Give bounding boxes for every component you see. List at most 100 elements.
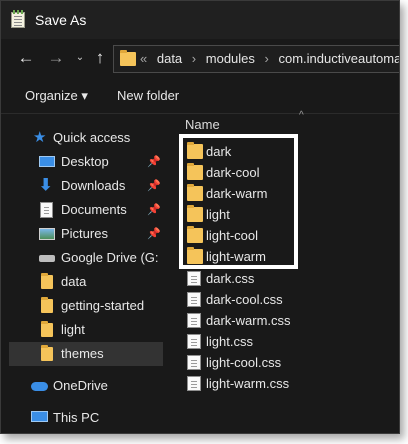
- sidebar-item-label: themes: [61, 346, 104, 361]
- sidebar-item-label: data: [61, 274, 87, 289]
- file-name: light-cool: [206, 228, 259, 243]
- file-name: dark: [206, 144, 232, 159]
- sidebar-item-data[interactable]: data: [9, 270, 163, 294]
- pin-icon[interactable]: 📌: [147, 198, 161, 222]
- folder-icon: [187, 184, 203, 201]
- file-name: dark-cool.css: [206, 292, 283, 307]
- file-name: light: [206, 207, 230, 222]
- new-folder-button[interactable]: New folder: [117, 88, 179, 103]
- cloud-icon: [31, 382, 48, 391]
- file-name: dark.css: [206, 271, 255, 286]
- sidebar-item-onedrive[interactable]: OneDrive: [9, 374, 163, 398]
- list-item[interactable]: light.css: [185, 331, 375, 352]
- css-file-icon: [187, 313, 201, 328]
- list-item[interactable]: light-cool: [185, 225, 375, 246]
- folder-icon: [187, 226, 203, 243]
- pin-icon[interactable]: 📌: [147, 222, 161, 246]
- drive-icon: [39, 255, 55, 262]
- documents-icon: [40, 202, 53, 218]
- breadcrumb-overflow[interactable]: «: [140, 51, 147, 66]
- sidebar-item-google-drive[interactable]: Google Drive (G:: [9, 246, 163, 270]
- recent-locations-chevron-icon[interactable]: ⌄: [69, 47, 91, 69]
- folder-icon: [41, 297, 53, 313]
- sidebar-item-documents[interactable]: Documents 📌: [9, 198, 163, 222]
- sidebar-item-desktop[interactable]: Desktop 📌: [9, 150, 163, 174]
- file-name: light-warm.css: [206, 376, 290, 391]
- forward-arrow-icon[interactable]: →: [45, 47, 67, 69]
- breadcrumb-separator: ›: [191, 51, 197, 66]
- folder-icon: [41, 345, 53, 361]
- file-name: light.css: [206, 334, 253, 349]
- list-item[interactable]: light-cool.css: [185, 352, 375, 373]
- sidebar-item-label: Downloads: [61, 178, 126, 193]
- sidebar-item-label: Google Drive (G:: [61, 250, 159, 265]
- sidebar-item-label: Desktop: [61, 154, 109, 169]
- breadcrumb-data[interactable]: data: [157, 51, 182, 66]
- sidebar-item-label: OneDrive: [53, 378, 108, 393]
- sidebar-item-quick-access[interactable]: ★ Quick access: [9, 126, 163, 150]
- sidebar-item-label: light: [61, 322, 85, 337]
- navigation-pane: ★ Quick access Desktop 📌 ⬇ Downloads 📌 D…: [1, 114, 169, 433]
- sidebar-item-light[interactable]: light: [9, 318, 163, 342]
- up-arrow-icon[interactable]: ↑: [89, 47, 111, 69]
- sidebar-item-label: Documents: [61, 202, 127, 217]
- column-header-name[interactable]: Name: [185, 117, 220, 132]
- list-item[interactable]: dark-warm: [185, 183, 375, 204]
- notepad-icon: [11, 10, 25, 28]
- file-list: Name ^ dark dark-cool dark-warm light li…: [171, 110, 399, 433]
- command-bar: Organize ▾ New folder: [1, 79, 399, 114]
- sidebar-item-label: Pictures: [61, 226, 108, 241]
- file-name: light-cool.css: [206, 355, 282, 370]
- list-item[interactable]: dark-warm.css: [185, 310, 375, 331]
- sidebar-item-label: This PC: [53, 410, 100, 425]
- desktop-icon: [39, 156, 55, 167]
- list-item[interactable]: dark-cool.css: [185, 289, 375, 310]
- sidebar-item-label: getting-started: [61, 298, 145, 313]
- css-file-icon: [187, 271, 201, 286]
- folder-icon: [187, 163, 203, 180]
- folder-icon: [187, 142, 203, 159]
- window-title: Save As: [35, 12, 87, 28]
- sidebar-item-downloads[interactable]: ⬇ Downloads 📌: [9, 174, 163, 198]
- breadcrumb-modules[interactable]: modules: [206, 51, 255, 66]
- css-file-icon: [187, 334, 201, 349]
- title-bar: Save As: [1, 1, 399, 39]
- folder-icon: [187, 205, 203, 222]
- css-file-icon: [187, 376, 201, 391]
- address-bar[interactable]: « data › modules › com.inductiveautomati…: [113, 45, 400, 73]
- pin-icon[interactable]: 📌: [147, 150, 161, 174]
- list-item[interactable]: dark-cool: [185, 162, 375, 183]
- list-item[interactable]: light-warm.css: [185, 373, 375, 394]
- breadcrumb-current[interactable]: com.inductiveautomation: [279, 51, 400, 66]
- computer-icon: [31, 411, 48, 422]
- sidebar-item-label: Quick access: [53, 130, 131, 145]
- file-name: dark-warm.css: [206, 313, 291, 328]
- list-item[interactable]: light-warm: [185, 246, 375, 267]
- folder-icon: [41, 321, 53, 337]
- list-item[interactable]: dark.css: [185, 268, 375, 289]
- css-file-icon: [187, 355, 201, 370]
- file-name: dark-cool: [206, 165, 260, 180]
- save-as-dialog: Save As ← → ⌄ ↑ « data › modules › com.i…: [0, 0, 400, 434]
- breadcrumb: « data › modules › com.inductiveautomati…: [140, 51, 400, 66]
- list-item[interactable]: dark: [185, 141, 375, 162]
- sidebar-item-this-pc[interactable]: This PC: [9, 406, 163, 430]
- navigation-bar: ← → ⌄ ↑ « data › modules › com.inductive…: [1, 39, 399, 79]
- file-name: light-warm: [206, 249, 266, 264]
- folder-icon: [187, 247, 203, 264]
- sidebar-item-pictures[interactable]: Pictures 📌: [9, 222, 163, 246]
- pictures-icon: [39, 228, 55, 240]
- organize-button[interactable]: Organize ▾: [25, 88, 88, 104]
- breadcrumb-separator: ›: [264, 51, 269, 66]
- sort-ascending-icon: ^: [299, 110, 304, 121]
- list-item[interactable]: light: [185, 204, 375, 225]
- pin-icon[interactable]: 📌: [147, 174, 161, 198]
- css-file-icon: [187, 292, 201, 307]
- star-icon: ★: [33, 129, 47, 146]
- folder-icon: [120, 50, 136, 66]
- download-icon: ⬇: [39, 177, 53, 194]
- sidebar-item-themes[interactable]: themes: [9, 342, 163, 366]
- back-arrow-icon[interactable]: ←: [15, 47, 37, 69]
- folder-icon: [41, 273, 53, 289]
- sidebar-item-getting-started[interactable]: getting-started: [9, 294, 163, 318]
